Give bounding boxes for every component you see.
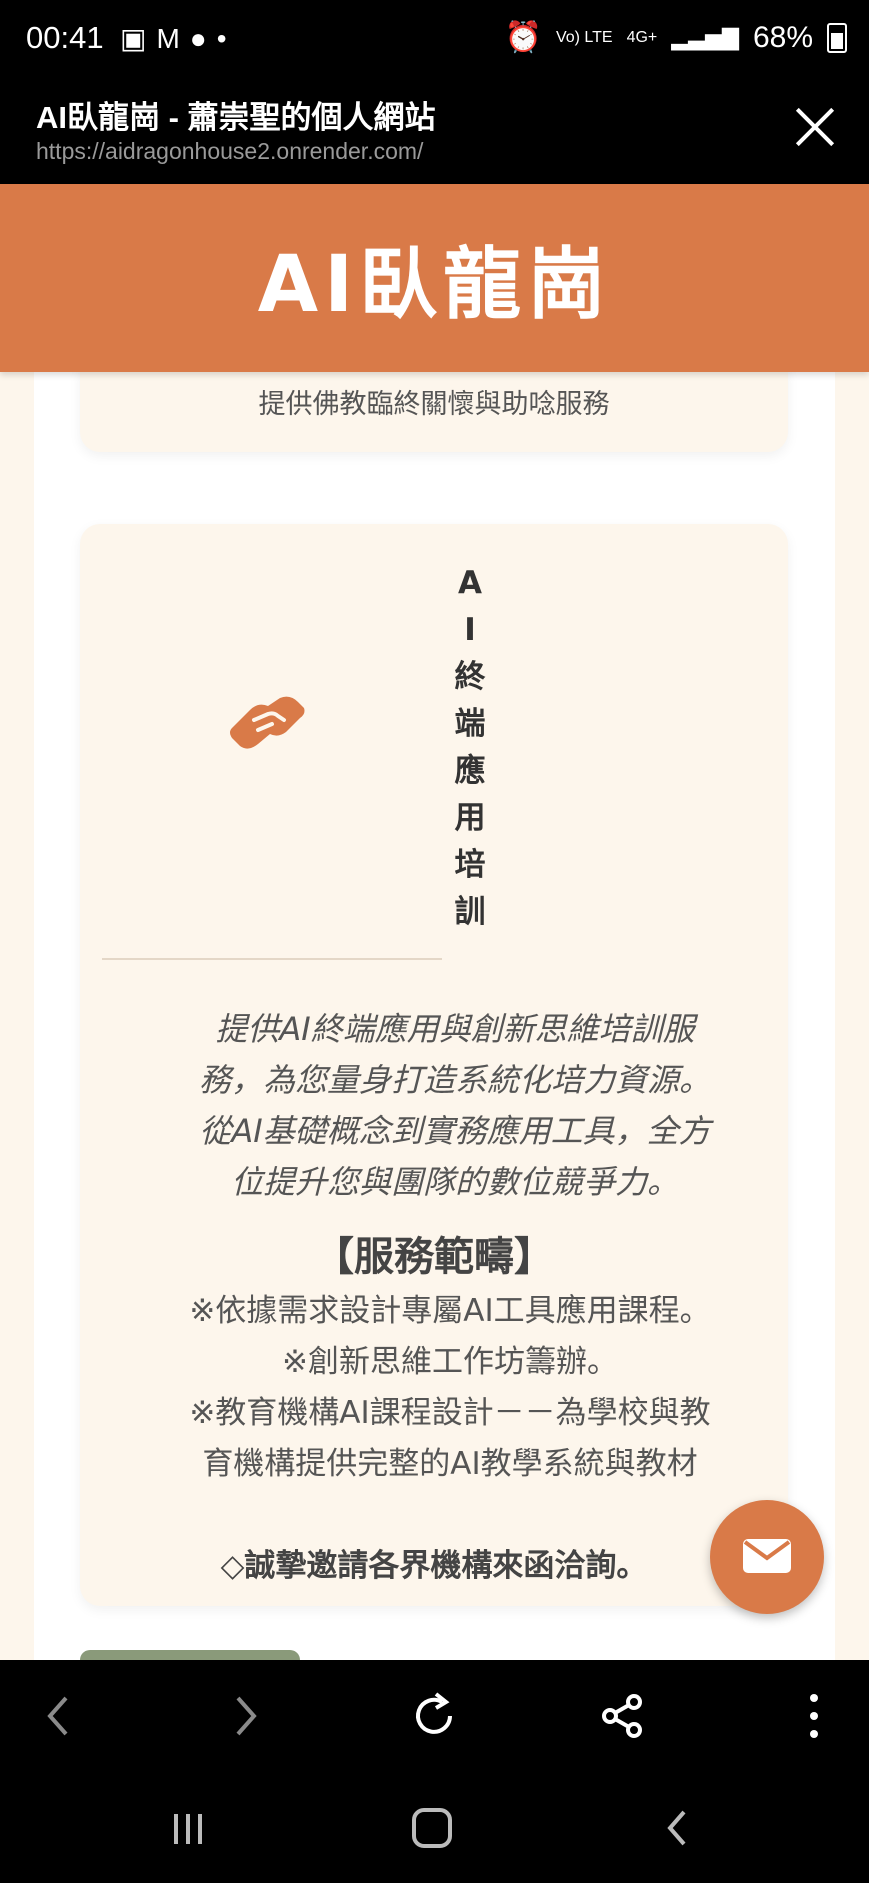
piggy-bank-icon: ● (189, 23, 217, 54)
title-char: A (458, 565, 482, 601)
recents-icon[interactable] (160, 1800, 216, 1856)
service-desc: 提供AI終端應用與創新思維培訓服務，為您量身打造系統化培力資源。從AI基礎概念到… (198, 1010, 711, 1201)
tab-title: AI臥龍崗 - 蕭崇聖的個人網站 (36, 100, 436, 135)
scope-item: ※依據需求設計專屬AI工具應用課程。 (189, 1293, 711, 1329)
gmail-icon: M (156, 23, 190, 54)
alarm-icon: ⏰ (504, 21, 542, 54)
contact-button[interactable] (710, 1500, 824, 1614)
scope-item: ※教育機構AI課程設計－－為學校與教育機構提供完整的AI教學系統與教材 (189, 1395, 711, 1482)
close-icon[interactable] (789, 102, 839, 152)
dot-icon: • (216, 23, 237, 54)
invite-text: ◇誠摯邀請各界機構來函洽詢。 (220, 1548, 648, 1584)
title-char: 終 (454, 659, 486, 695)
title-char: 應 (454, 753, 486, 789)
more-icon[interactable] (786, 1688, 842, 1744)
title-char: 端 (454, 706, 486, 742)
battery-percent: 68% (752, 20, 813, 54)
volte-indicator: Vo) LTE (555, 28, 613, 46)
scope-list: ※依據需求設計專屬AI工具應用課程。 ※創新思維工作坊籌辦。 ※教育機構AI課程… (180, 1286, 720, 1490)
browser-toolbar (0, 1660, 869, 1770)
forward-icon[interactable] (216, 1688, 272, 1744)
site-header: AI臥龍崗 (0, 184, 869, 372)
envelope-icon (743, 1539, 791, 1573)
title-char: 用 (454, 800, 486, 836)
reload-icon[interactable] (406, 1688, 462, 1744)
tab-url[interactable]: https://aidragonhouse2.onrender.com/ (36, 138, 423, 165)
network-type: 4G+ (626, 28, 658, 46)
site-brand[interactable]: AI臥龍崗 (258, 222, 611, 334)
service-desc: 提供佛教臨終關懷與助唸服務 (258, 389, 610, 420)
system-navigation-bar (0, 1770, 869, 1883)
scope-item: ※創新思維工作坊籌辦。 (282, 1344, 618, 1380)
status-bar: 00:41 ▣M●• ⏰ Vo) LTE 4G+ ▂▃▅▇ 68% (0, 0, 869, 82)
service-card-hospice: 提供佛教臨終關懷與助唸服務 (80, 372, 788, 452)
next-card-image (80, 1650, 300, 1660)
nav-back-icon[interactable] (650, 1800, 706, 1856)
status-time: 00:41 (26, 20, 104, 55)
battery-icon (827, 22, 847, 53)
service-card-ai-training: A I 終 端 應 用 培 訓 提供AI終端應用與創新思維培訓服務，為您量身打造… (80, 524, 788, 1606)
custom-tab-toolbar: AI臥龍崗 - 蕭崇聖的個人網站 https://aidragonhouse2.… (0, 82, 869, 184)
image-icon: ▣ (120, 23, 157, 54)
title-char: 訓 (454, 894, 486, 930)
home-icon[interactable] (404, 1800, 460, 1856)
handshake-icon (230, 696, 305, 749)
service-title-vertical: A I 終 端 應 用 培 訓 (450, 560, 490, 936)
back-icon[interactable] (32, 1688, 88, 1744)
signal-icon: ▂▃▅▇ (671, 24, 739, 50)
title-char: I (464, 612, 476, 648)
main-content: 提供佛教臨終關懷與助唸服務 A I 終 端 應 用 培 訓 提供AI終端應用與創… (34, 372, 835, 1660)
notification-icons: ▣M●• (120, 22, 237, 55)
card-divider (102, 958, 442, 960)
share-icon[interactable] (594, 1688, 650, 1744)
scope-heading: 【服務範疇】 (314, 1234, 554, 1280)
title-char: 培 (454, 847, 486, 883)
